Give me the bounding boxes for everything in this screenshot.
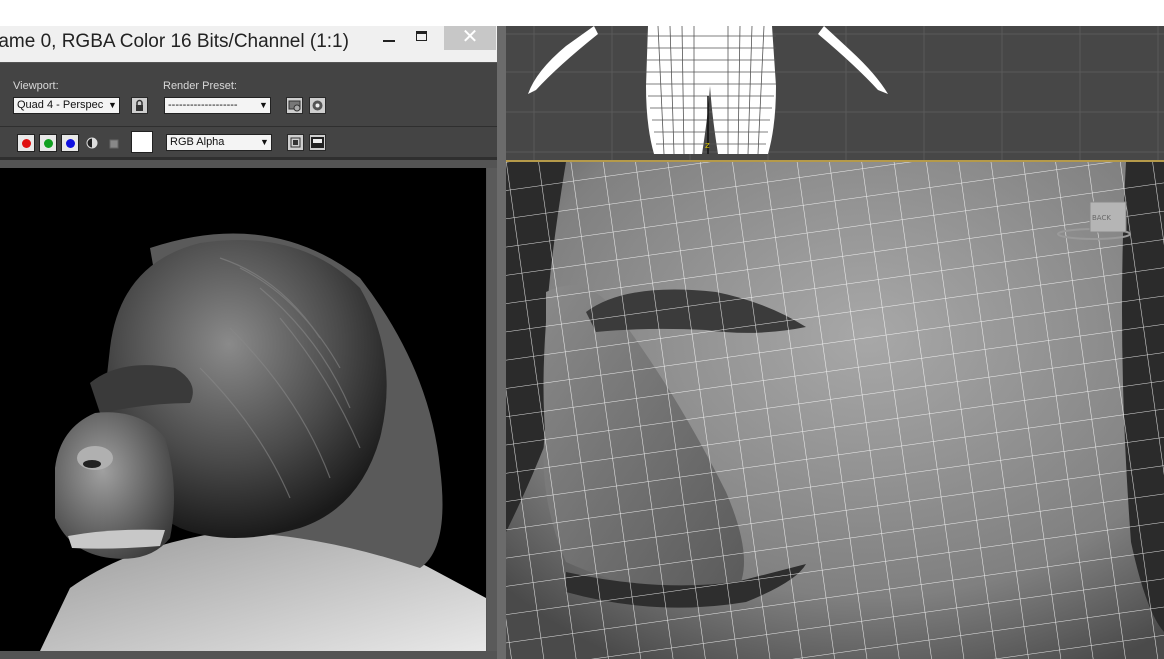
- front-viewport[interactable]: z: [506, 26, 1164, 160]
- maximize-button[interactable]: [408, 26, 436, 50]
- window-title: rame 0, RGBA Color 16 Bits/Channel (1:1): [0, 31, 349, 52]
- dropdown-arrow-icon: ▼: [258, 135, 271, 150]
- lock-viewport-button[interactable]: [131, 97, 148, 114]
- render-preset-label: Render Preset:: [163, 80, 237, 92]
- mono-icon: [109, 139, 119, 149]
- render-options-toolbar: Viewport: Quad 4 - Perspec ▼ Render Pres…: [0, 62, 497, 127]
- rendered-frame-window: rame 0, RGBA Color 16 Bits/Channel (1:1)…: [0, 26, 497, 659]
- close-icon: ✕: [461, 26, 479, 48]
- dropdown-arrow-icon: ▼: [257, 98, 270, 113]
- dropdown-arrow-icon: ▼: [106, 98, 119, 113]
- viewport-value: Quad 4 - Perspec: [17, 99, 104, 111]
- render-preset-value: -------------------: [168, 99, 238, 111]
- vertical-scrollbar[interactable]: [487, 168, 497, 651]
- mono-toggle[interactable]: [108, 137, 120, 149]
- channel-display-value: RGB Alpha: [170, 136, 225, 148]
- frame-display-icon: [311, 137, 324, 148]
- render-area: [0, 160, 497, 659]
- background-color-swatch[interactable]: [131, 131, 153, 153]
- clone-icon: [290, 137, 301, 148]
- viewport-label: Viewport:: [13, 80, 59, 92]
- close-button[interactable]: ✕: [444, 26, 496, 50]
- render-setup-button[interactable]: [286, 97, 303, 114]
- display-alpha-icon: [86, 137, 98, 149]
- rendered-image[interactable]: [0, 168, 486, 651]
- front-viewport-grid: z: [506, 26, 1164, 160]
- green-channel-icon: [44, 139, 53, 148]
- perspective-view-model: BACK: [506, 162, 1164, 659]
- render-icon: [312, 100, 323, 111]
- render-preset-dropdown[interactable]: ------------------- ▼: [164, 97, 271, 114]
- clone-window-button[interactable]: [287, 134, 304, 151]
- window-titlebar[interactable]: rame 0, RGBA Color 16 Bits/Channel (1:1)…: [0, 26, 497, 62]
- perspective-viewport[interactable]: BACK: [506, 160, 1164, 659]
- red-channel-icon: [22, 139, 31, 148]
- green-channel-toggle[interactable]: [39, 134, 57, 152]
- display-alpha-toggle[interactable]: [85, 136, 99, 150]
- blue-channel-icon: [66, 139, 75, 148]
- window-divider[interactable]: [497, 26, 506, 659]
- blue-channel-toggle[interactable]: [61, 134, 79, 152]
- maximize-icon: [416, 31, 427, 41]
- z-axis-label: z: [705, 141, 710, 151]
- frame-display-button[interactable]: [309, 134, 326, 151]
- viewcube-label: BACK: [1092, 214, 1111, 222]
- minimize-icon: [383, 40, 395, 42]
- render-button[interactable]: [309, 97, 326, 114]
- red-channel-toggle[interactable]: [17, 134, 35, 152]
- channel-toolbar: RGB Alpha ▼: [0, 127, 497, 157]
- render-setup-icon: [288, 100, 301, 112]
- minimize-button[interactable]: [376, 26, 402, 50]
- gorilla-render: [0, 168, 486, 651]
- lock-icon: [136, 99, 143, 111]
- channel-display-dropdown[interactable]: RGB Alpha ▼: [166, 134, 272, 151]
- viewport-dropdown[interactable]: Quad 4 - Perspec ▼: [13, 97, 120, 114]
